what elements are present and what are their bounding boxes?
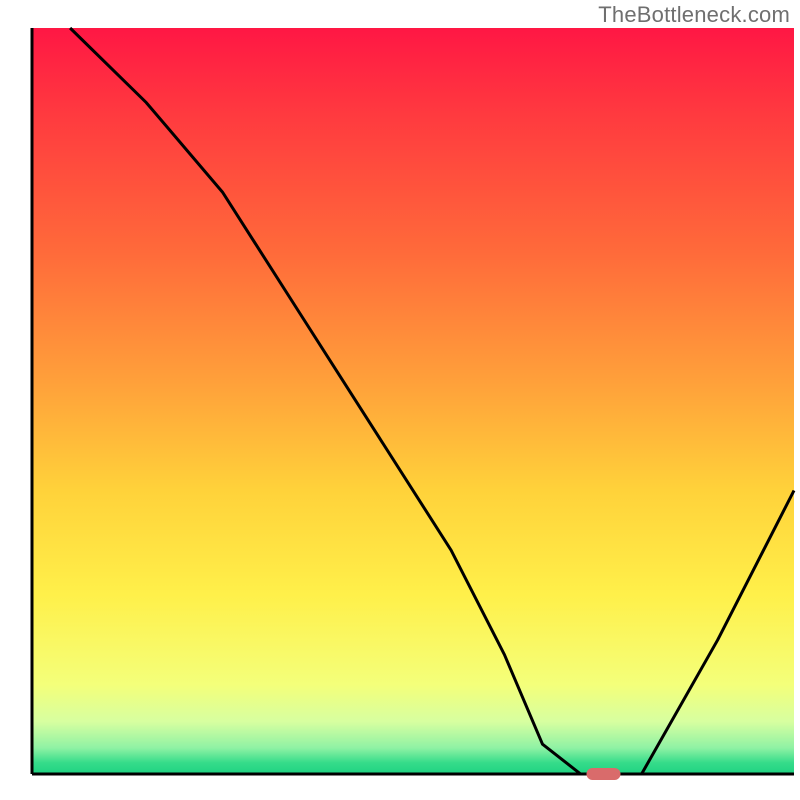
chart-container: TheBottleneck.com [0, 0, 800, 800]
plot-background [32, 28, 794, 774]
bottleneck-chart [0, 0, 800, 800]
optimal-point-marker [587, 768, 621, 780]
